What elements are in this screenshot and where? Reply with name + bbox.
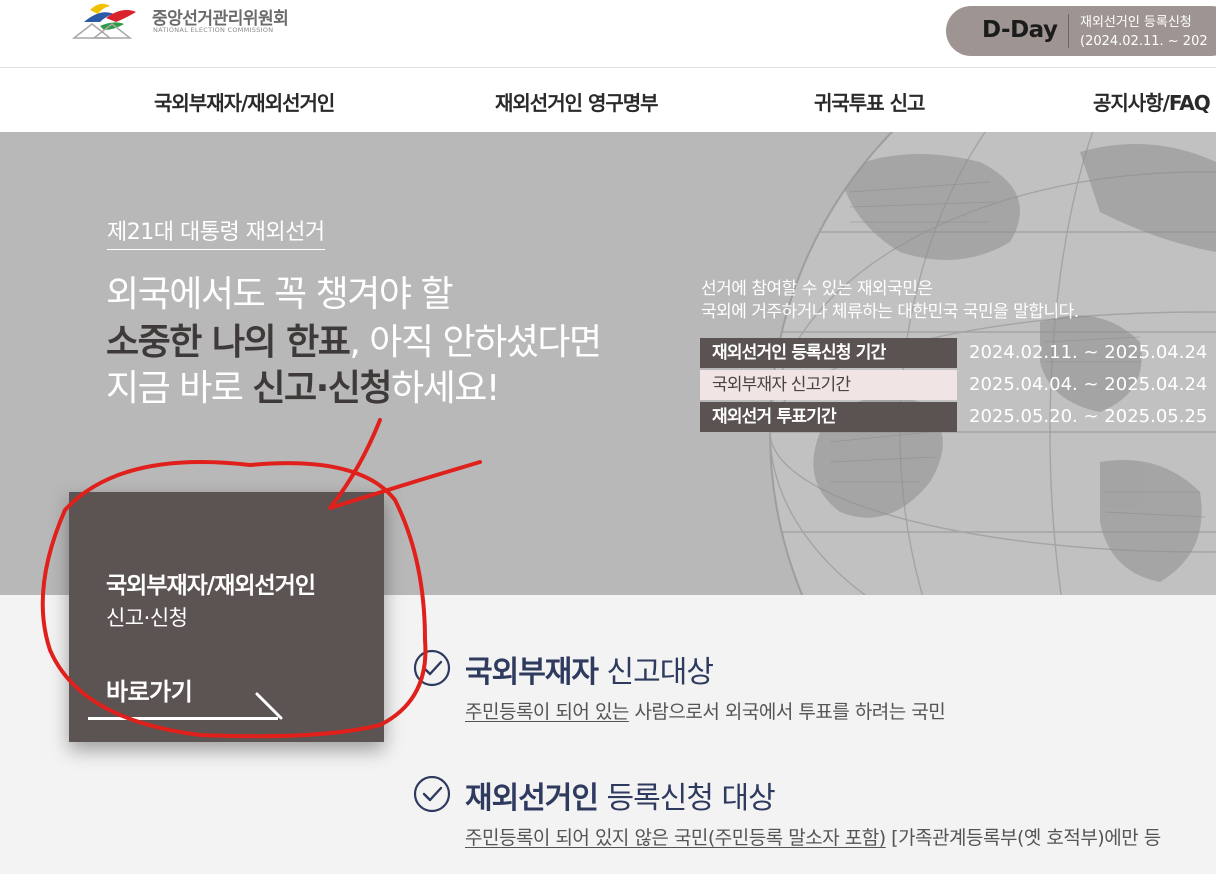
hero-description-line2: 국외에 거주하거나 체류하는 대한민국 국민을 말합니다. bbox=[701, 302, 1079, 322]
arrow-icon bbox=[255, 692, 283, 720]
target-desc-rest: [가족관계등록부(옛 호적부)에만 등 bbox=[885, 827, 1161, 849]
period-date: 2025.04.04. ~ 2025.04.24 bbox=[969, 374, 1208, 395]
logo-emblem-icon bbox=[71, 3, 136, 39]
dday-text-line2: (2024.02.11. ~ 202 bbox=[1080, 34, 1208, 49]
target-title-absentee: 국외부재자 신고대상 bbox=[465, 647, 714, 691]
hero-headline-3-post: 하세요! bbox=[391, 368, 500, 409]
check-circle-icon bbox=[413, 775, 451, 813]
hero-headline-3-pre: 지금 바로 bbox=[106, 368, 253, 409]
target-desc-absentee: 주민등록이 되어 있는 사람으로서 외국에서 투표를 하려는 국민 bbox=[465, 697, 946, 724]
hero-headline-1: 외국에서도 꼭 챙겨야 할 bbox=[106, 274, 454, 316]
target-title-rest: 등록신청 대상 bbox=[598, 781, 776, 816]
hero-headline-3: 지금 바로 신고·신청하세요! bbox=[106, 368, 500, 410]
main-nav: 국외부재자/재외선거인 재외선거인 영구명부 귀국투표 신고 공지사항/FAQ bbox=[0, 69, 1216, 132]
hero-headline-3-bold: 신고·신청 bbox=[252, 368, 392, 409]
logo-subtitle: NATIONAL ELECTION COMMISSION bbox=[153, 26, 274, 34]
period-date: 2025.05.20. ~ 2025.05.25 bbox=[969, 406, 1208, 427]
hero-headline-1-text: 외국에서도 꼭 챙겨야 할 bbox=[106, 274, 454, 315]
site-logo[interactable]: 중앙선거관리위원회 NATIONAL ELECTION COMMISSION bbox=[70, 0, 310, 40]
period-row-registration: 재외선거인 등록신청 기간 2024.02.11. ~ 2025.04.24 bbox=[700, 338, 1216, 368]
shortcut-card-subtitle: 신고·신청 bbox=[106, 606, 188, 630]
period-row-voting: 재외선거 투표기간 2025.05.20. ~ 2025.05.25 bbox=[700, 402, 1216, 432]
target-title-rest: 신고대상 bbox=[598, 655, 714, 690]
nav-item-return-voting[interactable]: 귀국투표 신고 bbox=[814, 87, 925, 116]
dday-banner[interactable]: D-Day 재외선거인 등록신청 (2024.02.11. ~ 202 bbox=[946, 6, 1216, 56]
dday-divider bbox=[1068, 14, 1069, 48]
check-circle-icon bbox=[413, 649, 451, 687]
target-title-bold: 국외부재자 bbox=[465, 655, 599, 690]
hero-headline-2: 소중한 나의 한표, 아직 안하셨다면 bbox=[106, 322, 602, 364]
shortcut-card-title: 국외부재자/재외선거인 bbox=[106, 573, 316, 599]
dday-text: 재외선거인 등록신청 (2024.02.11. ~ 202 bbox=[1080, 13, 1208, 51]
election-tag: 제21대 대통령 재외선거 bbox=[107, 214, 325, 250]
target-desc-rest: 사람으로서 외국에서 투표를 하려는 국민 bbox=[628, 701, 946, 723]
target-desc-overseas: 주민등록이 되어 있지 않은 국민(주민등록 말소자 포함) [가족관계등록부(… bbox=[465, 823, 1161, 850]
shortcut-card[interactable]: 국외부재자/재외선거인 신고·신청 바로가기 bbox=[69, 492, 384, 742]
period-label: 국외부재자 신고기간 bbox=[700, 370, 957, 400]
site-header: 중앙선거관리위원회 NATIONAL ELECTION COMMISSION D… bbox=[0, 0, 1216, 68]
shortcut-card-underline bbox=[88, 717, 278, 720]
target-title-overseas: 재외선거인 등록신청 대상 bbox=[465, 773, 776, 817]
nav-item-absentee-overseas[interactable]: 국외부재자/재외선거인 bbox=[154, 87, 335, 116]
period-label: 재외선거인 등록신청 기간 bbox=[700, 338, 957, 368]
period-label: 재외선거 투표기간 bbox=[700, 402, 957, 432]
hero-description-line1: 선거에 참여할 수 있는 재외국민은 bbox=[701, 279, 933, 299]
period-date: 2024.02.11. ~ 2025.04.24 bbox=[969, 342, 1208, 363]
hero-headline-2-rest: , 아직 안하셨다면 bbox=[349, 322, 602, 363]
target-desc-underlined: 주민등록이 되어 있는 bbox=[465, 701, 629, 723]
dday-text-line1: 재외선거인 등록신청 bbox=[1080, 15, 1192, 30]
dday-label: D-Day bbox=[982, 17, 1058, 43]
nav-item-notice-faq[interactable]: 공지사항/FAQ bbox=[1093, 87, 1211, 116]
period-row-absentee: 국외부재자 신고기간 2025.04.04. ~ 2025.04.24 bbox=[700, 370, 1216, 400]
target-desc-underlined: 주민등록이 되어 있지 않은 국민(주민등록 말소자 포함) bbox=[465, 827, 886, 849]
hero-headline-2-bold: 소중한 나의 한표 bbox=[106, 322, 351, 363]
hero-description: 선거에 참여할 수 있는 재외국민은 국외에 거주하거나 체류하는 대한민국 국… bbox=[701, 278, 1079, 324]
shortcut-go-button[interactable]: 바로가기 bbox=[106, 672, 193, 707]
nav-item-permanent-roll[interactable]: 재외선거인 영구명부 bbox=[495, 87, 659, 116]
target-title-bold: 재외선거인 bbox=[465, 781, 599, 816]
